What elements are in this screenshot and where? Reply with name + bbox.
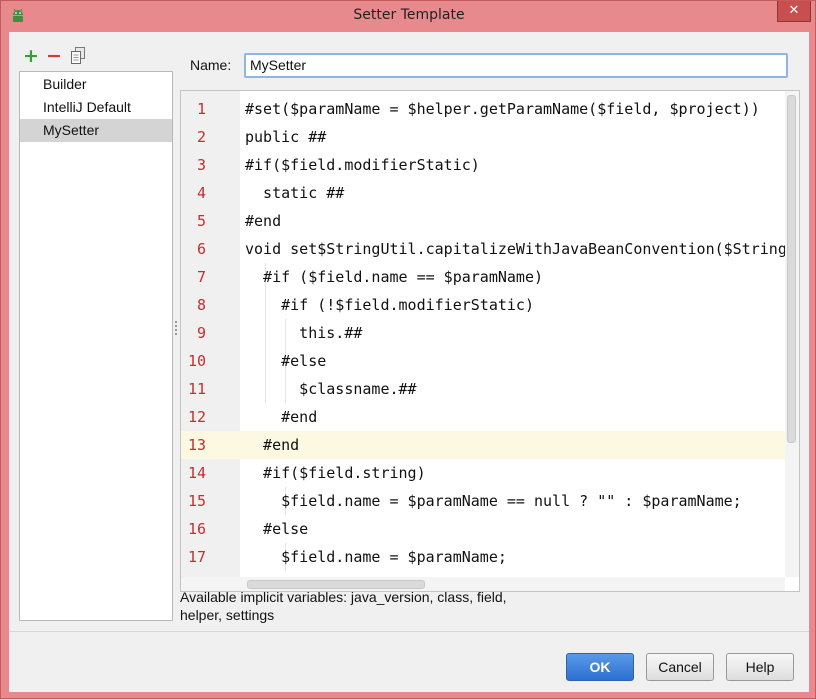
line-number: 3 [196, 156, 206, 174]
line-number: 16 [187, 520, 206, 538]
dialog-content: + − Builder IntelliJ Default MySetter Na… [9, 32, 809, 692]
line-number: 13 [187, 436, 206, 454]
minus-icon[interactable]: − [45, 47, 63, 67]
line-number: 6 [196, 240, 206, 258]
line-number: 7 [196, 268, 206, 286]
template-list[interactable]: Builder IntelliJ Default MySetter [19, 71, 173, 621]
code-line: #if($field.modifierStatic) [245, 156, 480, 174]
code-line: #if (!$field.modifierStatic) [245, 296, 534, 314]
line-number: 9 [196, 324, 206, 342]
code-line: #set($paramName = $helper.getParamName($… [245, 100, 760, 118]
cancel-button[interactable]: Cancel [646, 653, 714, 681]
ok-button[interactable]: OK [566, 653, 634, 681]
window-title: Setter Template [353, 7, 465, 23]
help-button[interactable]: Help [726, 653, 794, 681]
code-line: #end [245, 212, 282, 230]
code-line: static ## [245, 184, 345, 202]
code-line: $field.name = $paramName == null ? "" : … [245, 492, 742, 510]
line-number: 5 [196, 212, 206, 230]
line-number: 14 [187, 464, 206, 482]
copy-icon[interactable] [69, 47, 87, 67]
code-line: #end [245, 408, 318, 426]
line-number: 10 [187, 352, 206, 370]
line-number: 1 [196, 100, 206, 118]
close-icon: ✕ [788, 3, 800, 18]
vertical-scrollbar-thumb[interactable] [787, 95, 796, 443]
title-bar[interactable]: Setter Template ✕ [1, 1, 816, 32]
template-code-editor[interactable]: 1 2 3 4 5 6 7 8 9 10 11 12 13 14 15 16 1… [180, 90, 800, 592]
close-button[interactable]: ✕ [777, 1, 811, 22]
line-number: 12 [187, 408, 206, 426]
dialog-window: Setter Template ✕ + − Builder IntelliJ D… [0, 0, 816, 699]
name-label: Name: [190, 57, 232, 73]
code-line: void set$StringUtil.capitalizeWithJavaBe… [245, 240, 800, 258]
list-item-builder[interactable]: Builder [20, 73, 172, 96]
plus-icon[interactable]: + [22, 47, 40, 67]
code-line: $classname.## [245, 380, 417, 398]
line-number: 17 [187, 548, 206, 566]
code-line: this.## [245, 324, 363, 342]
code-line: #else [245, 352, 327, 370]
list-item-intellij-default[interactable]: IntelliJ Default [20, 96, 172, 119]
code-line: #if ($field.name == $paramName) [245, 268, 544, 286]
code-line: #end [245, 436, 300, 454]
line-number: 2 [196, 128, 206, 146]
line-number: 4 [196, 184, 206, 202]
line-number: 15 [187, 492, 206, 510]
copy-icon-shape [71, 47, 85, 64]
line-number: 8 [196, 296, 206, 314]
code-line: #if($field.string) [245, 464, 426, 482]
implicit-variables-text: Available implicit variables: java_versi… [180, 589, 507, 623]
code-line: public ## [245, 128, 327, 146]
name-input[interactable]: MySetter [244, 53, 788, 78]
footer-separator [9, 631, 809, 632]
code-line: #else [245, 520, 309, 538]
code-line: $field.name = $paramName; [245, 548, 507, 566]
line-number: 11 [187, 380, 206, 398]
splitter-handle[interactable] [174, 321, 178, 335]
list-item-mysetter[interactable]: MySetter [20, 119, 172, 142]
